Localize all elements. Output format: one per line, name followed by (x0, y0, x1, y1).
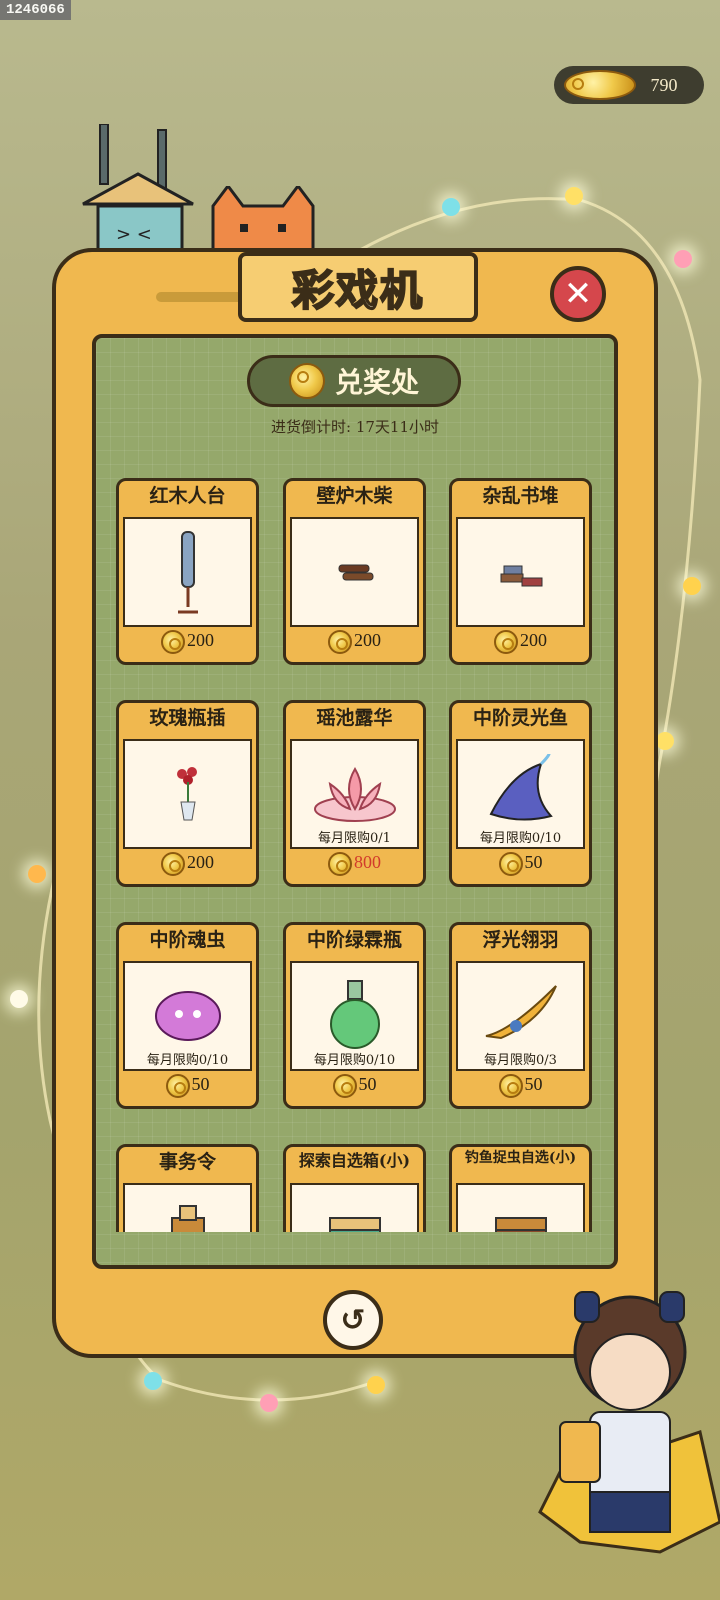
coin-icon (498, 1074, 523, 1098)
shop-item-card[interactable]: 中阶魂虫 每月限购0/10 50 (116, 922, 259, 1109)
item-price: 50 (119, 1074, 256, 1098)
purchase-limit: 每月限购0/10 (313, 1053, 396, 1068)
item-name: 事务令 (158, 1151, 216, 1173)
item-name: 浮光翎羽 (482, 929, 559, 951)
coin-icon (161, 630, 185, 654)
shop-item-card[interactable]: 事务令 (116, 1144, 259, 1232)
light-bulb (683, 577, 701, 595)
shop-item-card[interactable]: 中阶灵光鱼 每月限购0/10 50 (449, 700, 592, 887)
close-button[interactable]: ✕ (550, 266, 606, 322)
coin-icon (165, 1074, 190, 1098)
rose-vase-icon (123, 739, 252, 849)
price-value: 50 (358, 1074, 377, 1095)
shop-item-card[interactable]: 中阶绿霖瓶 每月限购0/10 50 (283, 922, 426, 1109)
light-bulb (442, 198, 460, 216)
item-name: 钓鱼捉虫自选(小) (464, 1150, 577, 1166)
purchase-limit: 每月限购0/10 (479, 831, 562, 846)
item-name: 中阶灵光鱼 (472, 707, 568, 729)
close-icon: ✕ (563, 274, 593, 314)
price-value: 50 (191, 1074, 210, 1095)
price-value: 200 (354, 630, 381, 651)
item-price: 50 (452, 852, 589, 876)
light-bulb (28, 865, 46, 883)
coin-icon (498, 852, 523, 876)
firewood-icon (290, 517, 419, 627)
light-bulb (144, 1372, 162, 1390)
shop-item-card[interactable]: 壁炉木柴 200 (283, 478, 426, 665)
book-pile-icon (456, 517, 585, 627)
light-bulb (10, 990, 28, 1008)
shop-item-card[interactable]: 玫瑰瓶插 200 (116, 700, 259, 887)
item-name: 杂乱书堆 (482, 485, 559, 507)
price-value: 200 (187, 630, 214, 651)
item-price: 200 (286, 630, 423, 654)
bunny-hat-mascot: > < (78, 123, 208, 268)
price-value: 50 (524, 1074, 543, 1095)
item-name: 玫瑰瓶插 (149, 707, 226, 729)
girl-character (520, 1282, 720, 1586)
light-bulb (656, 732, 674, 750)
price-value: 200 (520, 630, 547, 651)
item-name: 探索自选箱(小) (298, 1151, 411, 1170)
price-value: 50 (524, 852, 543, 873)
price-value: 800 (354, 852, 381, 873)
item-name: 瑶池露华 (316, 707, 393, 729)
treasure-chest-icon (456, 1183, 585, 1232)
light-bulb (565, 187, 583, 205)
coin-icon (332, 1074, 357, 1098)
coin-icon (494, 630, 518, 654)
svg-text:> <: > < (116, 224, 152, 245)
purchase-limit: 每月限购0/3 (484, 1053, 557, 1068)
light-bulb (367, 1376, 385, 1394)
restock-countdown: 进货倒计时: 17天11小时 (271, 418, 439, 436)
light-bulb (260, 1394, 278, 1412)
item-price: 50 (286, 1074, 423, 1098)
item-price: 50 (452, 1074, 589, 1098)
item-name: 红木人台 (149, 485, 226, 507)
item-price: 200 (119, 630, 256, 654)
coin-icon (161, 852, 185, 876)
item-price: 200 (119, 852, 256, 876)
chest-icon (290, 1183, 419, 1232)
item-grid[interactable]: 红木人台 200 壁炉木柴 200 杂乱书堆 200 玫瑰瓶插 200 瑶池露华 (116, 478, 596, 1232)
shop-item-card[interactable]: 钓鱼捉虫自选(小) (449, 1144, 592, 1232)
item-name: 壁炉木柴 (316, 485, 393, 507)
item-price: 200 (452, 630, 589, 654)
coin-icon (328, 630, 352, 654)
section-title: 兑奖处 (334, 366, 419, 399)
coin-icon (564, 70, 636, 100)
refresh-icon: ↺ (340, 1302, 366, 1338)
coin-icon (328, 852, 352, 876)
item-name: 中阶绿霖瓶 (306, 929, 402, 951)
item-price: 800 (286, 852, 423, 876)
mannequin-icon (123, 517, 252, 627)
light-bulb (674, 250, 692, 268)
item-name: 中阶魂虫 (149, 929, 226, 951)
title-plate: 彩戏机 (238, 252, 478, 322)
shop-item-card[interactable]: 瑶池露华 每月限购0/1 800 (283, 700, 426, 887)
currency-display: 790 (554, 66, 704, 104)
refresh-button[interactable]: ↺ (323, 1290, 383, 1350)
watermark: 1246066 (0, 0, 71, 20)
page-title: 彩戏机 (291, 265, 424, 316)
shop-item-card[interactable]: 浮光翎羽 每月限购0/3 50 (449, 922, 592, 1109)
shop-item-card[interactable]: 杂乱书堆 200 (449, 478, 592, 665)
purchase-limit: 每月限购0/1 (318, 831, 391, 846)
shop-item-card[interactable]: 红木人台 200 (116, 478, 259, 665)
section-header: 兑奖处 (247, 355, 461, 407)
token-icon (123, 1183, 252, 1232)
shop-item-card[interactable]: 探索自选箱(小) (283, 1144, 426, 1232)
price-value: 200 (187, 852, 214, 873)
currency-amount: 790 (650, 74, 678, 95)
purchase-limit: 每月限购0/10 (146, 1053, 229, 1068)
coin-icon (288, 363, 325, 399)
